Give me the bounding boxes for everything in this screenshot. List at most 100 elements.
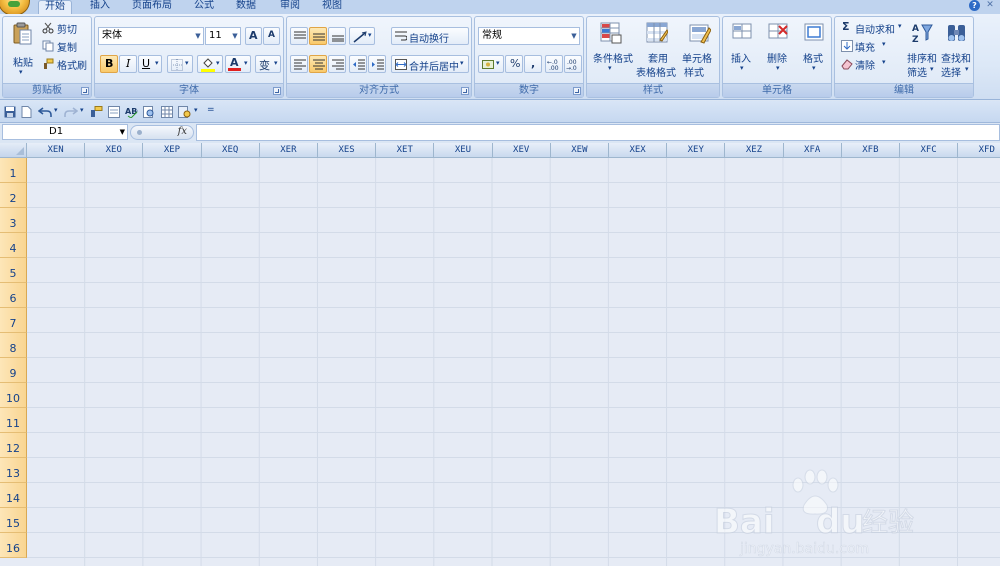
chevron-down-icon[interactable]: ▾ (155, 59, 159, 67)
bold-button[interactable]: B (100, 55, 118, 73)
chevron-down-icon[interactable]: ▾ (882, 40, 886, 48)
format-as-table-button[interactable]: 套用 表格格式 (633, 19, 677, 81)
row-header[interactable]: 11 (0, 408, 27, 433)
cell-styles-button[interactable]: 单元格 样式 (679, 19, 719, 81)
chevron-down-icon[interactable]: ▾ (930, 65, 934, 73)
column-header[interactable]: XEQ (201, 143, 260, 158)
row-header[interactable]: 5 (0, 258, 27, 283)
chevron-down-icon[interactable]: ▾ (460, 59, 464, 67)
row-header[interactable]: 14 (0, 483, 27, 508)
chevron-down-icon[interactable]: ▾ (740, 64, 744, 72)
column-header[interactable]: XET (376, 143, 435, 158)
column-header[interactable]: XEP (143, 143, 202, 158)
chevron-down-icon[interactable]: ▾ (812, 64, 816, 72)
row-header[interactable]: 8 (0, 333, 27, 358)
format-painter-button[interactable]: 格式刷 (39, 55, 91, 72)
redo-icon[interactable] (64, 106, 78, 118)
column-header[interactable]: XFB (841, 143, 900, 158)
wrap-text-button[interactable]: 自动换行 (391, 27, 469, 45)
undo-icon[interactable] (38, 106, 52, 118)
copy-button[interactable]: 复制 (39, 37, 91, 54)
row-header[interactable]: 9 (0, 358, 27, 383)
table-icon[interactable] (161, 106, 173, 118)
paste-button[interactable]: 粘贴 ▾ (7, 19, 37, 81)
italic-button[interactable]: I (119, 55, 137, 73)
column-header[interactable]: XEV (492, 143, 551, 158)
column-header[interactable]: XEY (667, 143, 726, 158)
chevron-down-icon[interactable]: ▾ (882, 58, 886, 66)
tab-data[interactable]: 数据 (230, 0, 262, 14)
row-header[interactable]: 6 (0, 283, 27, 308)
phonetic-button[interactable]: 变 ▾ (255, 55, 281, 73)
column-header[interactable]: XEN (27, 143, 86, 158)
row-header[interactable]: 1 (0, 158, 27, 183)
fill-color-button[interactable]: ▾ (197, 55, 223, 73)
column-header[interactable]: XES (318, 143, 377, 158)
column-header[interactable]: XEZ (725, 143, 784, 158)
paste-dropdown-icon[interactable]: ▾ (19, 68, 23, 76)
currency-button[interactable]: ▾ (478, 55, 504, 73)
chevron-down-icon[interactable]: ▾ (368, 31, 372, 39)
alignment-launcher-icon[interactable] (461, 87, 469, 95)
row-header[interactable]: 4 (0, 233, 27, 258)
row-header[interactable]: 3 (0, 208, 27, 233)
chevron-down-icon[interactable]: ▾ (965, 65, 969, 73)
chevron-down-icon[interactable]: ▼ (120, 125, 125, 139)
clipboard-launcher-icon[interactable] (81, 87, 89, 95)
chevron-down-icon[interactable]: ▾ (776, 64, 780, 72)
font-name-combo[interactable]: 宋体 ▼ (98, 27, 204, 45)
row-header[interactable]: 15 (0, 508, 27, 533)
ribbon-close-icon[interactable]: ✕ (984, 0, 996, 11)
expand-handle-icon[interactable] (137, 130, 142, 135)
align-middle-button[interactable] (309, 27, 327, 45)
column-header[interactable]: XEO (85, 143, 144, 158)
increase-decimal-button[interactable]: ←.0.00 (545, 55, 563, 73)
cut-button[interactable]: 剪切 (39, 19, 91, 36)
chevron-down-icon[interactable]: ▾ (608, 64, 612, 72)
font-size-combo[interactable]: 11 ▼ (205, 27, 241, 45)
tab-page-layout[interactable]: 页面布局 (126, 0, 178, 14)
tab-formulas[interactable]: 公式 (188, 0, 220, 14)
column-header[interactable]: XFD (958, 143, 1000, 158)
column-header[interactable]: XEW (550, 143, 609, 158)
spelling-icon[interactable]: ABC (125, 106, 138, 118)
increase-indent-button[interactable] (368, 55, 386, 73)
grow-font-button[interactable]: A (245, 27, 262, 45)
tab-insert[interactable]: 插入 (84, 0, 116, 14)
align-top-button[interactable] (290, 27, 308, 45)
find-select-button[interactable]: 查找和 选择 ▾ (939, 19, 973, 81)
borders-button[interactable]: ▾ (167, 55, 193, 73)
row-header[interactable]: 16 (0, 533, 27, 558)
orientation-button[interactable]: ▾ (349, 27, 375, 45)
merge-center-button[interactable]: 合并后居中 ▾ (391, 55, 469, 73)
chevron-down-icon[interactable]: ▼ (230, 28, 240, 44)
column-header[interactable]: XEX (609, 143, 668, 158)
zoom-icon[interactable] (143, 106, 155, 118)
chevron-down-icon[interactable]: ▾ (274, 59, 278, 67)
align-center-button[interactable] (309, 55, 327, 73)
chevron-down-icon[interactable]: ▾ (185, 59, 189, 67)
column-header[interactable]: XEU (434, 143, 493, 158)
name-box[interactable]: D1 ▼ (2, 124, 128, 140)
font-color-button[interactable]: A ▾ (225, 55, 251, 73)
cell-area[interactable] (27, 158, 1000, 566)
delete-cells-button[interactable]: 删除 ▾ (761, 19, 795, 81)
chevron-down-icon[interactable]: ▾ (216, 59, 220, 67)
sort-qat-icon[interactable] (178, 106, 191, 118)
formula-input[interactable] (196, 124, 1000, 141)
sort-filter-button[interactable]: A Z 排序和 筛选 ▾ (905, 19, 937, 81)
row-header[interactable]: 2 (0, 183, 27, 208)
number-launcher-icon[interactable] (573, 87, 581, 95)
tab-review[interactable]: 审阅 (274, 0, 306, 14)
insert-function-icon[interactable]: fx (178, 126, 187, 137)
undo-dropdown-icon[interactable]: ▾ (54, 106, 58, 114)
chevron-down-icon[interactable]: ▼ (193, 28, 203, 44)
customize-toolbar-icon[interactable]: = (207, 105, 215, 115)
format-painter-qat-icon[interactable] (90, 106, 103, 118)
conditional-format-button[interactable]: 条件格式 ▾ (589, 19, 633, 81)
clear-button[interactable]: 清除 ▾ (838, 55, 904, 72)
align-left-button[interactable] (290, 55, 308, 73)
align-bottom-button[interactable] (328, 27, 346, 45)
row-header[interactable]: 12 (0, 433, 27, 458)
print-preview-icon[interactable] (108, 106, 120, 118)
